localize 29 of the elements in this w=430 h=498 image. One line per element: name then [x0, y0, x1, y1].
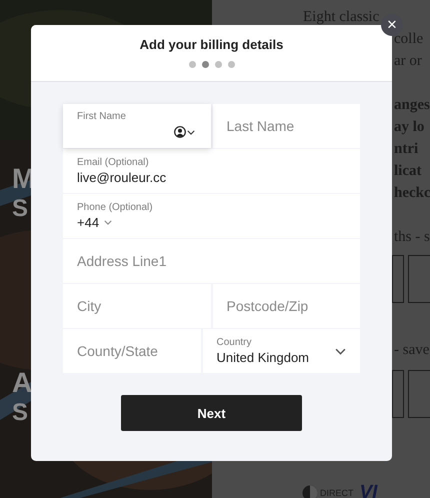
hero-letter: S [12, 398, 30, 428]
text-field[interactable]: First Name [63, 104, 210, 148]
country-code[interactable]: +44 [77, 215, 100, 230]
field-label: Phone (Optional) [77, 202, 154, 213]
chevron-icon [104, 220, 112, 225]
logo-icon [302, 485, 318, 498]
text-field[interactable]: City [63, 284, 210, 328]
field-label: Email (Optional) [77, 157, 150, 168]
chevron-icon [335, 348, 346, 355]
option-tile [392, 255, 404, 303]
account-dropdown[interactable] [174, 126, 194, 138]
country-select[interactable]: Country United Kingdom [202, 329, 360, 373]
option-tile [392, 370, 404, 418]
field-label: First Name [77, 111, 127, 122]
phone-field[interactable]: Phone (Optional) +44 [63, 194, 360, 238]
text-field[interactable]: County/State [63, 329, 200, 373]
field-value: United Kingdom [216, 350, 309, 365]
hero-letter: S [12, 194, 30, 224]
text-field[interactable]: Address Line1 [63, 239, 360, 283]
field-value: live@rouleur.cc [77, 170, 166, 185]
text-field[interactable]: Email (Optional) live@rouleur.cc [63, 149, 360, 193]
hero-letter: A [12, 368, 34, 398]
dialog-title: Add your billing details [140, 37, 284, 52]
person-icon [174, 126, 186, 138]
field-label: Country [216, 337, 253, 348]
chevron-icon [186, 130, 194, 134]
next-button[interactable]: Next [121, 395, 302, 431]
text-field[interactable]: Postcode/Zip [212, 284, 360, 328]
text-field[interactable]: Last Name [212, 104, 360, 148]
